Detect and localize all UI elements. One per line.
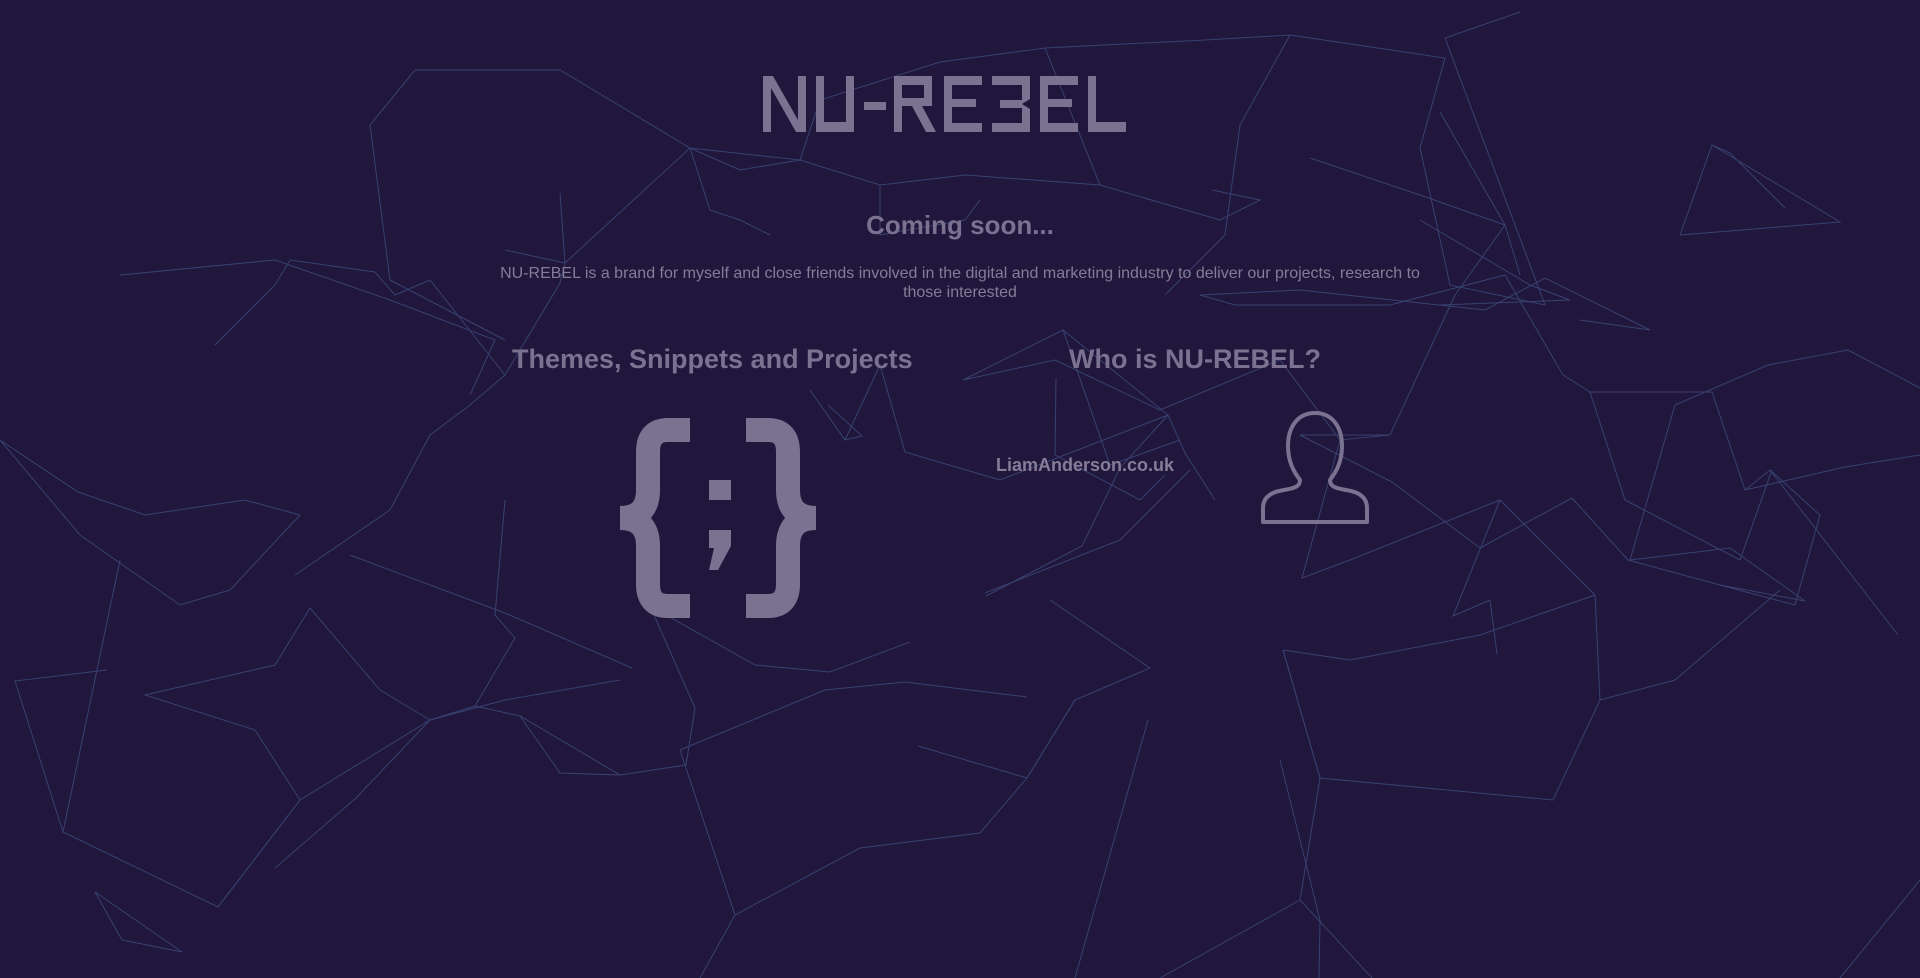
projects-section-title[interactable]: Themes, Snippets and Projects: [512, 344, 913, 375]
brand-description: NU-REBEL is a brand for myself and close…: [500, 265, 1420, 301]
about-section-title[interactable]: Who is NU-REBEL?: [1069, 344, 1321, 375]
person-silhouette-icon[interactable]: [1258, 410, 1372, 526]
landing-page: Coming soon... NU-REBEL is a brand for m…: [0, 0, 1920, 978]
coming-soon-heading: Coming soon...: [866, 210, 1054, 240]
code-braces-icon[interactable]: [606, 418, 830, 618]
nu-rebel-logo[interactable]: [760, 76, 1160, 136]
liam-anderson-link[interactable]: LiamAnderson.co.uk: [996, 455, 1174, 476]
